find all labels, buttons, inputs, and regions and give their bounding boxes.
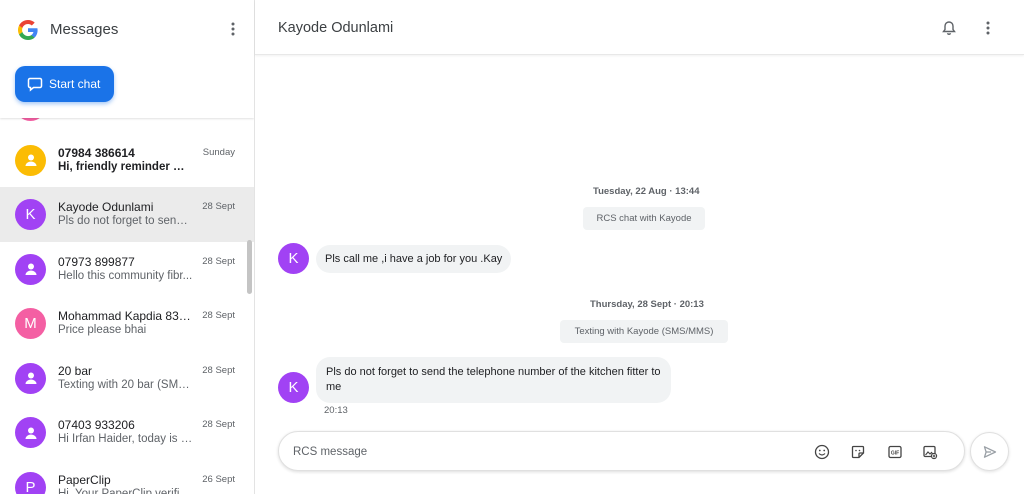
conversation-item[interactable]: K Kayode Odunlami Pls do not forget to sen… [0,187,254,242]
sticker-button[interactable] [848,442,868,462]
avatar-initial: M [24,315,37,332]
date-divider: Thursday, 28 Sept · 20:13 [590,299,704,310]
avatar [15,253,46,285]
conversation-more-options-button[interactable] [977,17,999,39]
conversation-name: 20 bar [58,363,93,378]
person-icon [25,372,36,384]
conversation-snippet: Hello this community fibr... [58,269,193,282]
message-text-line: Pls do not forget to send the telephone … [326,366,661,378]
conversation-sidebar: Your ... Kayode road ...07984 386614Hi, … [0,0,255,494]
conversation-list[interactable]: Your ... Kayode road ...07984 386614Hi, … [0,78,254,494]
conversation-item[interactable]: 07984 386614 Hi, friendly reminder we'll.… [0,133,254,188]
emoji-button[interactable] [812,442,832,462]
send-icon [983,445,996,458]
google-logo-icon [18,20,38,40]
conversation-date: 28 Sept [202,201,235,212]
svg-text:GIF: GIF [891,450,899,456]
message-bubble[interactable]: Pls call me ,i have a job for you .Kay [316,245,512,273]
conversation-pane: Kayode Odunlami Tuesday, 22 Aug · 13:44 … [255,0,1024,494]
more-vert-icon [231,22,235,36]
conversation-name: PaperClip [58,472,111,487]
contact-name: Kayode Odunlami [278,20,394,36]
sender-avatar: K [278,372,309,403]
more-vert-icon [986,21,990,35]
app-title: Messages [50,21,119,38]
message-text-line: me [326,381,342,393]
sidebar-header: Messages Start chat [0,0,254,118]
conversation-item[interactable]: M Mohammad Kapdia 83 B... Price please bha… [0,296,254,351]
avatar-initial: K [25,206,36,223]
conversation-snippet: Hi, Your PaperClip verifica... [58,487,193,494]
conversation-name: 07984 386614 [58,145,135,160]
start-chat-label: Start chat [49,77,101,91]
conversation-name: 07403 933206 [58,418,135,432]
message-text: Pls call me ,i have a job for you .Kay [325,253,503,265]
conversation-name: Kayode Odunlami [58,200,154,214]
bell-icon [942,21,956,35]
message-composer: GIF [278,431,965,471]
conversation-item[interactable]: 20 bar Texting with 20 bar (SMS/... 28 Sep… [0,351,254,406]
conversation-snippet: Pls do not forget to send t... [58,215,193,227]
notifications-button[interactable] [938,17,960,39]
gif-icon: GIF [888,445,902,459]
conversation-date: 26 Sept [202,473,235,485]
conversation-item[interactable]: 07403 933206 Hi Irfan Haider, today is th… [0,405,254,460]
conversation-item[interactable]: 07973 899877 Hello this community fibr...… [0,242,254,297]
conversation-snippet: Price please bhai [58,324,147,336]
attach-image-button[interactable] [920,442,940,462]
person-icon [25,263,36,275]
start-chat-button[interactable]: Start chat [15,66,114,102]
avatar [15,362,46,394]
message-bubble[interactable]: Pls do not forget to send the telephone … [316,357,671,403]
conversation-item[interactable]: P PaperClip Hi, Your PaperClip verifica...… [0,460,254,494]
rcs-info-chip: RCS chat with Kayode [583,207,705,230]
send-button[interactable] [970,432,1009,471]
chat-bubble-icon [27,77,43,92]
conversation-date: 28 Sept [202,255,235,267]
avatar-initial: P [25,478,36,494]
person-icon [25,154,36,166]
gif-button[interactable]: GIF [885,442,905,462]
conversation-date: Sunday [202,146,235,158]
avatar [15,417,46,448]
conversation-header: Kayode Odunlami [255,0,1024,55]
conversation-name: Mohammad Kapdia 83 B... [58,309,193,323]
message-input[interactable] [293,442,793,462]
conversation-name: 07973 899877 [58,254,135,269]
conversation-date: 28 Sept [202,310,235,321]
avatar: P [15,471,46,494]
conversation-snippet: Hi Irfan Haider, today is th... [58,433,193,445]
avatar: K [15,199,46,230]
avatar [15,144,46,176]
sender-avatar: K [278,243,309,274]
sticker-icon [851,445,865,459]
person-icon [25,427,36,439]
sms-info-chip: Texting with Kayode (SMS/MMS) [560,320,728,343]
date-divider: Tuesday, 22 Aug · 13:44 [593,186,700,197]
attach-image-icon [923,445,938,460]
conversation-snippet: Texting with 20 bar (SMS/... [58,378,193,391]
conversation-snippet: Hi, friendly reminder we'll... [58,160,193,173]
sidebar-scrollbar[interactable] [247,240,252,294]
avatar: M [15,308,46,339]
conversation-date: 28 Sept [202,419,235,430]
emoji-icon [814,444,830,460]
sidebar-more-options-button[interactable] [222,18,244,40]
message-timestamp: 20:13 [324,405,348,416]
conversation-date: 28 Sept [202,364,235,376]
